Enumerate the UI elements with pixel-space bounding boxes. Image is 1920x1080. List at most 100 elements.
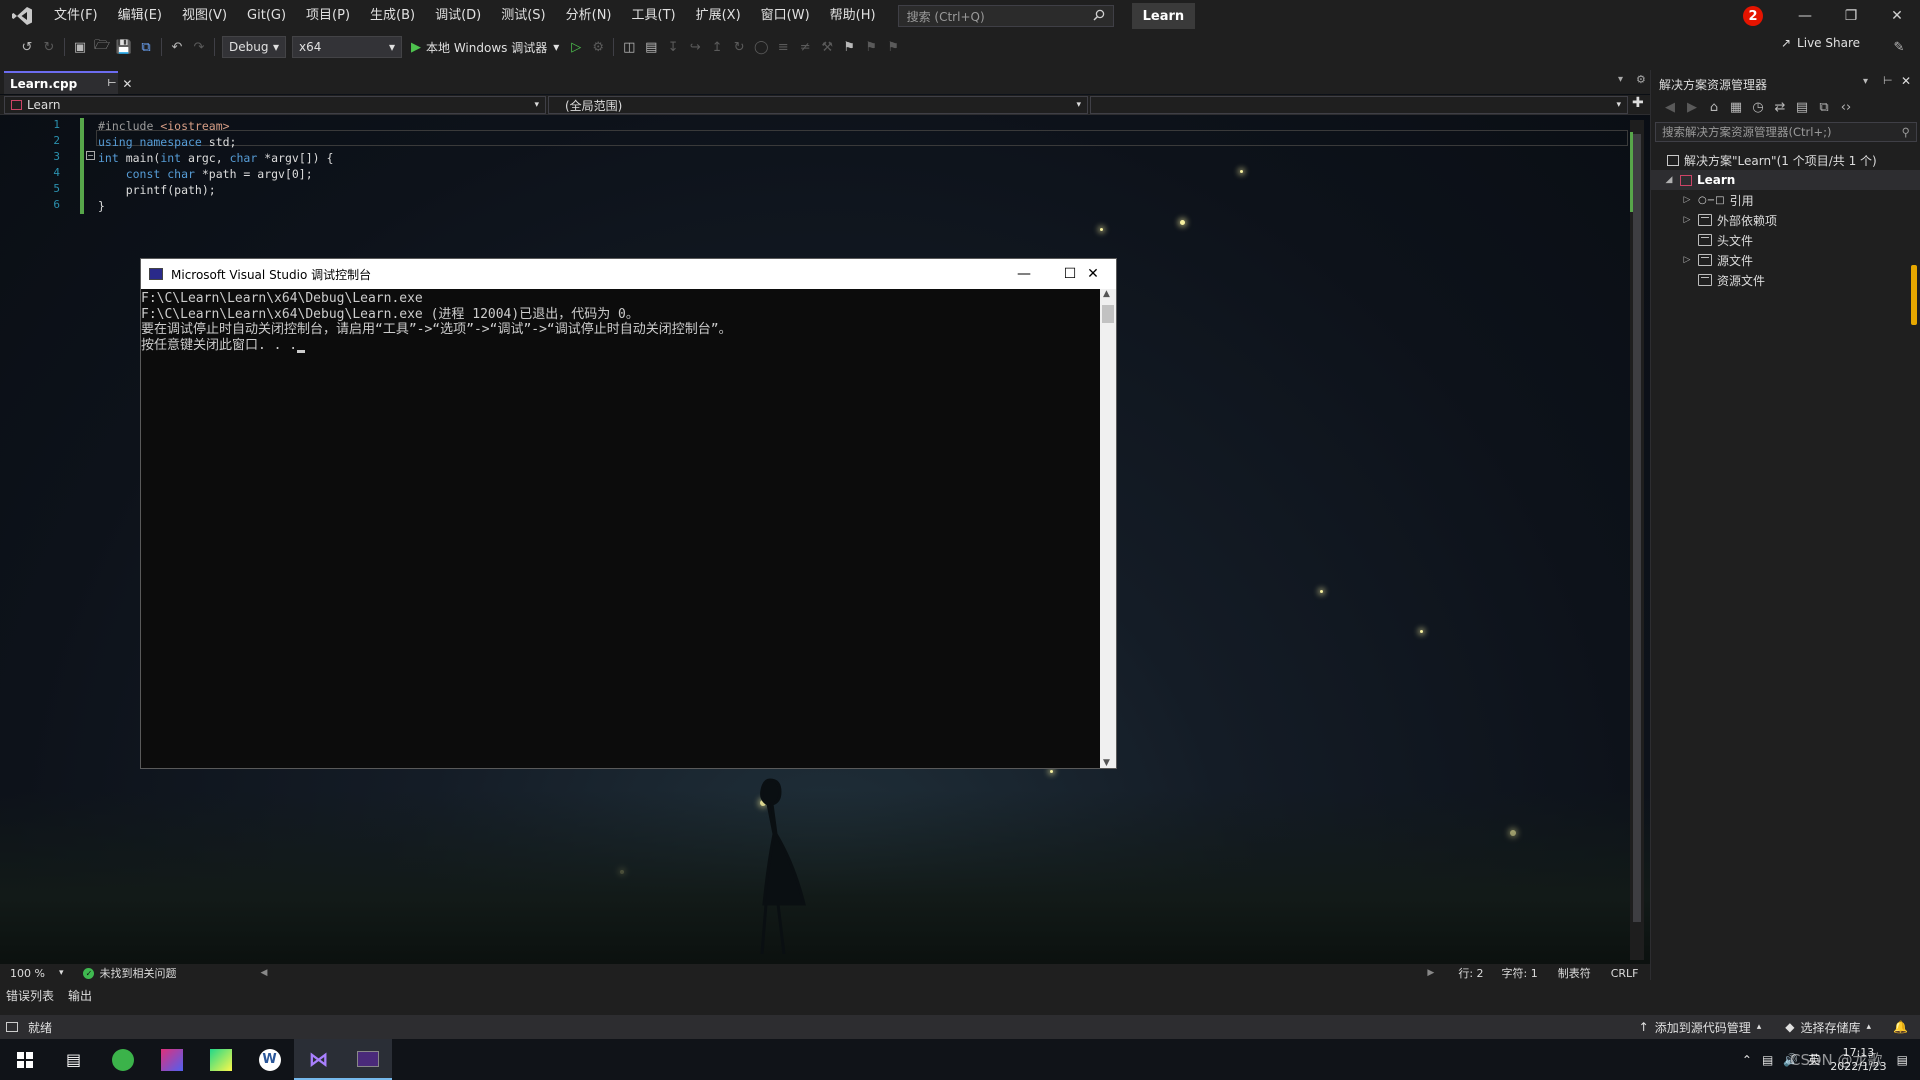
code-line-6[interactable]: } [98,199,105,213]
panel-scroll-marker[interactable] [1911,265,1917,325]
browse-icon[interactable]: ◫ [618,36,640,58]
issues-status[interactable]: 未找到相关问题 [99,965,176,981]
expanded-arrow-icon[interactable]: ◢ [1663,175,1675,185]
split-editor-icon[interactable]: ✚ [1632,95,1644,111]
tree-solution-node[interactable]: 解决方案"Learn"(1 个项目/共 1 个) [1667,150,1877,170]
forward-icon[interactable]: ▶ [1681,96,1703,118]
feedback-icon[interactable]: ✎ [1888,36,1910,58]
member-dropdown[interactable]: ▾ [1090,96,1628,114]
show-all-files-icon[interactable]: ⧉ [1813,96,1835,118]
close-button[interactable]: ✕ [1874,0,1920,32]
solution-name-chip[interactable]: Learn [1131,3,1196,29]
menu-item[interactable]: 视图(V) [172,0,237,32]
console-titlebar[interactable]: Microsoft Visual Studio 调试控制台 — ☐ ✕ [141,259,1116,289]
pin-icon[interactable]: ⊢ [107,78,116,89]
menu-item[interactable]: 窗口(W) [751,0,820,32]
menu-item[interactable]: 文件(F) [44,0,108,32]
cursor-row[interactable]: 行: 2 [1458,965,1483,981]
console-minimize-button[interactable]: — [1001,259,1047,289]
menu-item[interactable]: 工具(T) [622,0,686,32]
console-scroll-thumb[interactable] [1102,305,1114,323]
comment-icon[interactable]: ≠ [794,36,816,58]
bookmark-icon[interactable]: ⚑ [838,36,860,58]
chevron-down-icon[interactable]: ▾ [59,968,64,978]
scroll-down-icon[interactable]: ▼ [1103,758,1110,768]
save-icon[interactable]: 💾 [113,36,135,58]
new-project-icon[interactable]: ▣ [69,36,91,58]
collapsed-arrow-icon[interactable]: ▷ [1681,215,1693,225]
wrench-icon[interactable]: ⚒ [816,36,838,58]
scroll-up-icon[interactable]: ▲ [1103,289,1110,299]
step-icon[interactable]: ↧ [662,36,684,58]
tree-item-external-deps[interactable]: ▷ 外部依赖项 [1681,210,1777,230]
code-view-icon[interactable]: ‹› [1835,96,1857,118]
start-debugging-button[interactable]: ▶ 本地 Windows 调试器 ▾ [405,39,565,56]
windows-start-icon[interactable] [0,1039,49,1080]
switch-views-icon[interactable]: ▦ [1725,96,1747,118]
select-repo-button[interactable]: ◆ 选择存储库 ▴ [1785,1019,1871,1036]
tab-error-list[interactable]: 错误列表 [6,987,54,1004]
format-icon[interactable]: ≡ [772,36,794,58]
menu-item[interactable]: 调试(D) [425,0,491,32]
back-icon[interactable]: ◀ [1659,96,1681,118]
pycharm-app-icon[interactable] [196,1039,245,1080]
code-line-5[interactable]: printf(path); [98,183,216,197]
configuration-select[interactable]: Debug ▾ [222,36,286,58]
menu-item[interactable]: 帮助(H) [820,0,886,32]
menu-item[interactable]: 测试(S) [491,0,555,32]
next-bookmark-icon[interactable]: ⚑ [882,36,904,58]
step-out-icon[interactable]: ↥ [706,36,728,58]
save-all-icon[interactable]: ⧉ [135,36,157,58]
solution-explorer-search-input[interactable]: 搜索解决方案资源管理器(Ctrl+;) ⚲ [1655,122,1917,142]
tab-overflow-chevron-icon[interactable]: ▾ [1618,74,1623,85]
visual-studio-app-icon[interactable]: ⋈ [294,1039,343,1080]
restart-icon[interactable]: ↻ [728,36,750,58]
tree-project-node[interactable]: ◢ Learn [1651,170,1920,190]
tree-item-header-files[interactable]: 头文件 [1681,230,1753,250]
code-line-4[interactable]: const char *path = argv[0]; [98,167,313,181]
tray-chevron-up-icon[interactable]: ⌃ [1742,1053,1752,1067]
restore-button[interactable]: ❐ [1828,0,1874,32]
code-line-3[interactable]: int main(int argc, char *argv[]) { [98,151,333,165]
panel-menu-chevron-icon[interactable]: ▾ [1863,76,1868,87]
redo-icon[interactable]: ↷ [188,36,210,58]
menu-item[interactable]: Git(G) [237,0,296,32]
collapse-toggle-icon[interactable]: − [86,151,95,160]
tree-item-resource-files[interactable]: 资源文件 [1681,270,1765,290]
zoom-level[interactable]: 100 % [10,967,45,980]
code-line-1[interactable]: #include <iostream> [98,119,230,133]
console-close-button[interactable]: ✕ [1070,259,1116,289]
back-icon[interactable]: ↺ [16,36,38,58]
scope-dropdown[interactable]: (全局范围) ▾ [548,96,1088,114]
debug-console-window[interactable]: Microsoft Visual Studio 调试控制台 — ☐ ✕ F:\C… [140,258,1117,769]
editor-vertical-scrollbar[interactable] [1630,120,1644,960]
step-over-icon[interactable]: ↪ [684,36,706,58]
platform-select[interactable]: x64 ▾ [292,36,402,58]
menu-item[interactable]: 生成(B) [360,0,425,32]
minimize-button[interactable]: — [1782,0,1828,32]
breakpoint-icon[interactable]: ◯ [750,36,772,58]
tree-item-references[interactable]: ▷ ○−□ 引用 [1681,190,1754,210]
task-view-icon[interactable]: ▤ [49,1039,98,1080]
browser-app-icon[interactable] [98,1039,147,1080]
cursor-col[interactable]: 字符: 1 [1502,965,1538,981]
home-icon[interactable]: ⌂ [1703,96,1725,118]
word-app-icon[interactable]: W [245,1039,294,1080]
notification-badge[interactable]: 2 [1743,6,1763,26]
global-search-input[interactable]: 搜索 (Ctrl+Q) [897,5,1114,27]
scrollbar-thumb[interactable] [1633,134,1641,922]
console-output[interactable]: F:\C\Learn\Learn\x64\Debug\Learn.exe F:\… [141,289,1100,768]
diagnostics-icon[interactable]: ▤ [640,36,662,58]
sync-icon[interactable]: ⇄ [1769,96,1791,118]
scroll-left-icon[interactable]: ◀ [260,968,267,978]
collapse-all-icon[interactable]: ▤ [1791,96,1813,118]
menu-item[interactable]: 编辑(E) [108,0,172,32]
tab-learn-cpp[interactable]: Learn.cpp ⊢ ✕ [4,71,132,94]
code-line-2[interactable]: using namespace std; [98,135,236,149]
tab-mode[interactable]: 制表符 [1558,965,1591,981]
menu-item[interactable]: 分析(N) [556,0,622,32]
visual-studio-logo-icon[interactable] [0,0,44,32]
collapsed-arrow-icon[interactable]: ▷ [1681,195,1693,205]
network-icon[interactable]: ▤ [1762,1053,1773,1067]
add-source-control-button[interactable]: ↑ 添加到源代码管理 ▴ [1639,1019,1762,1036]
